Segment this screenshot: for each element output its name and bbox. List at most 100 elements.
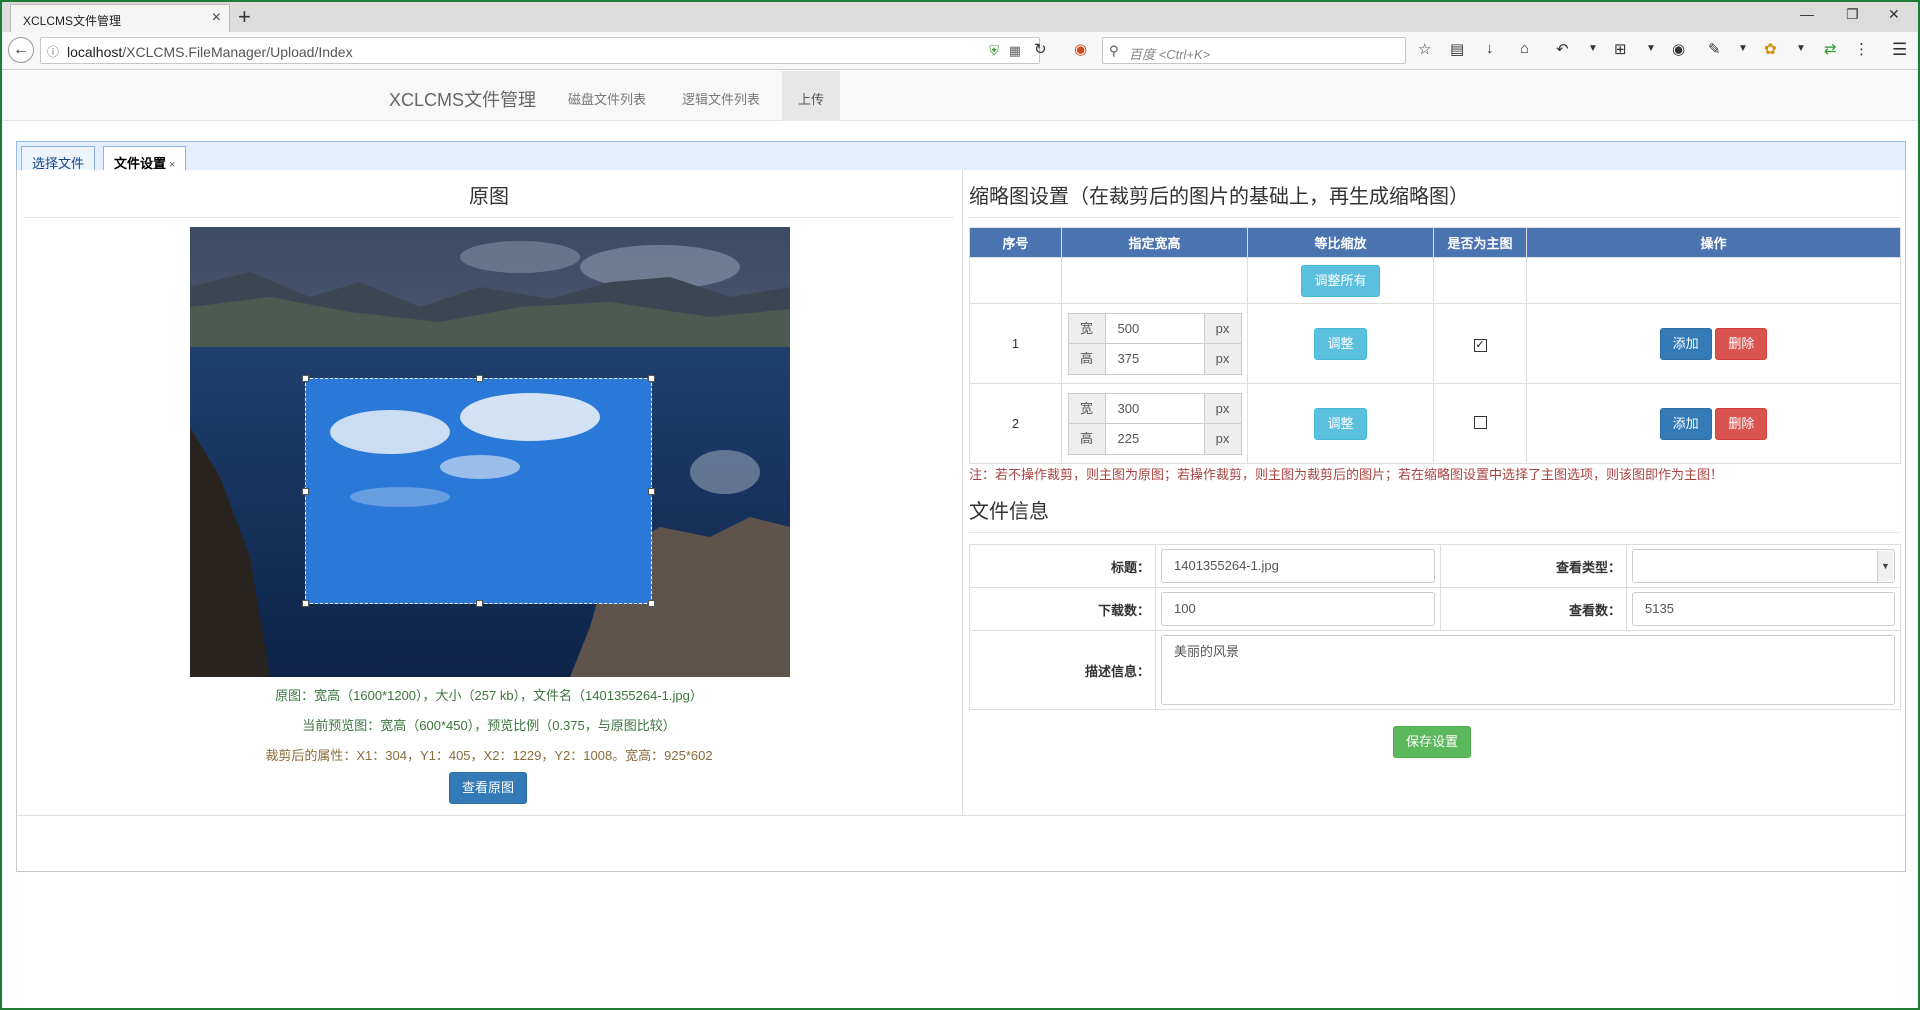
nav-link-logic-files[interactable]: 逻辑文件列表 [682,89,760,108]
unit-label: px [1203,342,1242,375]
crop-handle-ne[interactable] [648,375,655,382]
unit-label: px [1203,312,1242,345]
add-button[interactable]: 添加 [1659,407,1712,440]
crop-handle-se[interactable] [648,600,655,607]
reading-list-icon[interactable]: ▤ [1450,40,1464,58]
nav-link-disk-files[interactable]: 磁盘文件列表 [568,89,646,108]
reload-icon[interactable]: ↻ [1034,40,1047,58]
crop-attributes-info: 裁剪后的属性：X1：304，Y1：405，X2：1229，Y2：1008。宽高：… [265,748,713,763]
sidebar-toggle-icon[interactable]: ⋮ [1854,40,1869,58]
hamburger-menu-icon[interactable]: ☰ [1892,40,1907,60]
search-placeholder: 百度 <Ctrl+K> [1129,47,1211,62]
nav-link-upload[interactable]: 上传 [782,71,841,121]
view-type-select[interactable]: ▼ [1632,549,1895,583]
addon-icon[interactable]: ◉ [1074,40,1087,58]
bookmark-star-icon[interactable]: ☆ [1418,40,1431,58]
qr-code-icon[interactable]: ▦ [1009,43,1021,59]
width-input[interactable]: 500 [1105,312,1204,345]
crop-handle-e[interactable] [648,488,655,495]
thumbnail-table-header: 序号 指定宽高 等比缩放 是否为主图 操作 [969,227,1901,258]
chevron-down-icon[interactable]: ▼ [1877,551,1893,581]
thumbnail-table: 序号 指定宽高 等比缩放 是否为主图 操作 调整所有 1 宽 500 px 高 [969,227,1901,464]
url-bar[interactable]: ⓘ localhost/XCLCMS.FileManager/Upload/In… [40,37,1040,64]
thumbnail-adjust-all-row: 调整所有 [969,257,1901,304]
shield-icon[interactable]: ⛨ [989,43,999,59]
chat-icon[interactable]: ◉ [1672,40,1685,58]
row-number: 1 [969,303,1062,384]
site-brand[interactable]: XCLCMS文件管理 [389,86,536,112]
width-label: 宽 [1067,312,1106,345]
height-input-group: 高 225 px [1067,422,1242,455]
close-tab-icon[interactable]: × [212,9,221,27]
browser-toolbar: ← ⓘ localhost/XCLCMS.FileManager/Upload/… [2,32,1918,70]
sync-icon[interactable]: ⇄ [1824,40,1837,58]
crop-handle-nw[interactable] [302,375,309,382]
title-field[interactable]: 1401355264-1.jpg [1161,549,1435,583]
views-field[interactable]: 5135 [1632,592,1895,626]
file-info-row: 描述信息： 美丽的风景 [969,630,1901,710]
table-row: 2 宽 300 px 高 225 px 调整 添加 删除 [969,383,1901,464]
width-label: 宽 [1067,392,1106,425]
crop-handle-s[interactable] [476,600,483,607]
pen-icon[interactable]: ✎ [1708,40,1721,58]
url-host: localhost [67,44,123,60]
crop-handle-w[interactable] [302,488,309,495]
file-info-table: 标题： 1401355264-1.jpg 查看类型： ▼ 下载数： 100 查看… [969,544,1901,710]
description-textarea[interactable]: 美丽的风景 [1161,635,1895,705]
browser-tabstrip: XCLCMS文件管理 × + — ❐ ✕ [2,2,1918,32]
col-header-main: 是否为主图 [1433,227,1527,258]
panel-tab-bar: 选择文件 文件设置 × [16,141,1906,172]
panel-bottom-divider [17,815,1905,816]
delete-button[interactable]: 删除 [1715,407,1768,440]
thumbnail-settings-title: 缩略图设置（在裁剪后的图片的基础上，再生成缩略图） [969,180,1901,218]
search-icon: ⚲ [1109,43,1119,58]
undo-menu-chevron-icon[interactable]: ▼ [1588,43,1598,54]
close-window-icon[interactable]: ✕ [1888,6,1900,23]
crop-icon[interactable]: ⊞ [1614,40,1627,58]
file-info-row: 标题： 1401355264-1.jpg 查看类型： ▼ [969,544,1901,588]
home-icon[interactable]: ⌂ [1520,40,1529,57]
file-settings-panel: 原图 原图：宽高（1600*1200），大小（257 kb），文件名（14013… [16,170,1906,872]
preview-ratio-info: 当前预览图：宽高（600*450），预览比例（0.375，与原图比较） [302,718,676,733]
width-input[interactable]: 300 [1105,392,1204,425]
delete-button[interactable]: 删除 [1715,327,1768,360]
main-image-checkbox[interactable]: ✓ [1473,338,1487,352]
url-text: localhost/XCLCMS.FileManager/Upload/Inde… [67,44,353,60]
adjust-button[interactable]: 调整 [1314,407,1367,440]
downloads-field[interactable]: 100 [1161,592,1435,626]
tab-file-settings[interactable]: 文件设置 × [103,146,187,172]
extension-icon[interactable]: ✿ [1764,40,1777,58]
pen-menu-chevron-icon[interactable]: ▼ [1738,43,1748,54]
view-original-button[interactable]: 查看原图 [449,772,528,804]
tab-select-file[interactable]: 选择文件 [21,146,96,172]
browser-tab-title: XCLCMS文件管理 [23,14,122,28]
restore-icon[interactable]: ❐ [1846,6,1859,23]
main-image-note: 注：若不操作裁剪，则主图为原图；若操作裁剪，则主图为裁剪后的图片；若在缩略图设置… [969,467,1724,482]
browser-tab[interactable]: XCLCMS文件管理 × [10,4,230,32]
crop-handle-sw[interactable] [302,600,309,607]
minimize-icon[interactable]: — [1800,6,1814,22]
crop-menu-chevron-icon[interactable]: ▼ [1646,43,1656,54]
save-settings-button[interactable]: 保存设置 [1393,726,1472,758]
tab-select-file-label: 选择文件 [32,156,85,171]
height-input-group: 高 375 px [1067,342,1242,375]
download-icon[interactable]: ↓ [1486,40,1494,57]
crop-handle-n[interactable] [476,375,483,382]
info-icon[interactable]: ⓘ [47,43,59,60]
height-input[interactable]: 225 [1105,422,1204,455]
main-image-checkbox[interactable] [1473,415,1487,429]
adjust-all-button[interactable]: 调整所有 [1301,264,1380,297]
crop-selection-box[interactable] [302,375,655,607]
col-header-size: 指定宽高 [1061,227,1248,258]
add-button[interactable]: 添加 [1659,327,1712,360]
height-input[interactable]: 375 [1105,342,1204,375]
extension-menu-chevron-icon[interactable]: ▼ [1796,43,1806,54]
adjust-button[interactable]: 调整 [1314,327,1367,360]
col-header-no: 序号 [969,227,1062,258]
search-bar[interactable]: ⚲ 百度 <Ctrl+K> [1102,37,1406,64]
undo-icon[interactable]: ↶ [1556,40,1569,58]
new-tab-button[interactable]: + [238,4,251,30]
unit-label: px [1203,422,1242,455]
original-image-preview[interactable] [190,227,790,677]
back-arrow-icon[interactable]: ← [8,37,34,63]
